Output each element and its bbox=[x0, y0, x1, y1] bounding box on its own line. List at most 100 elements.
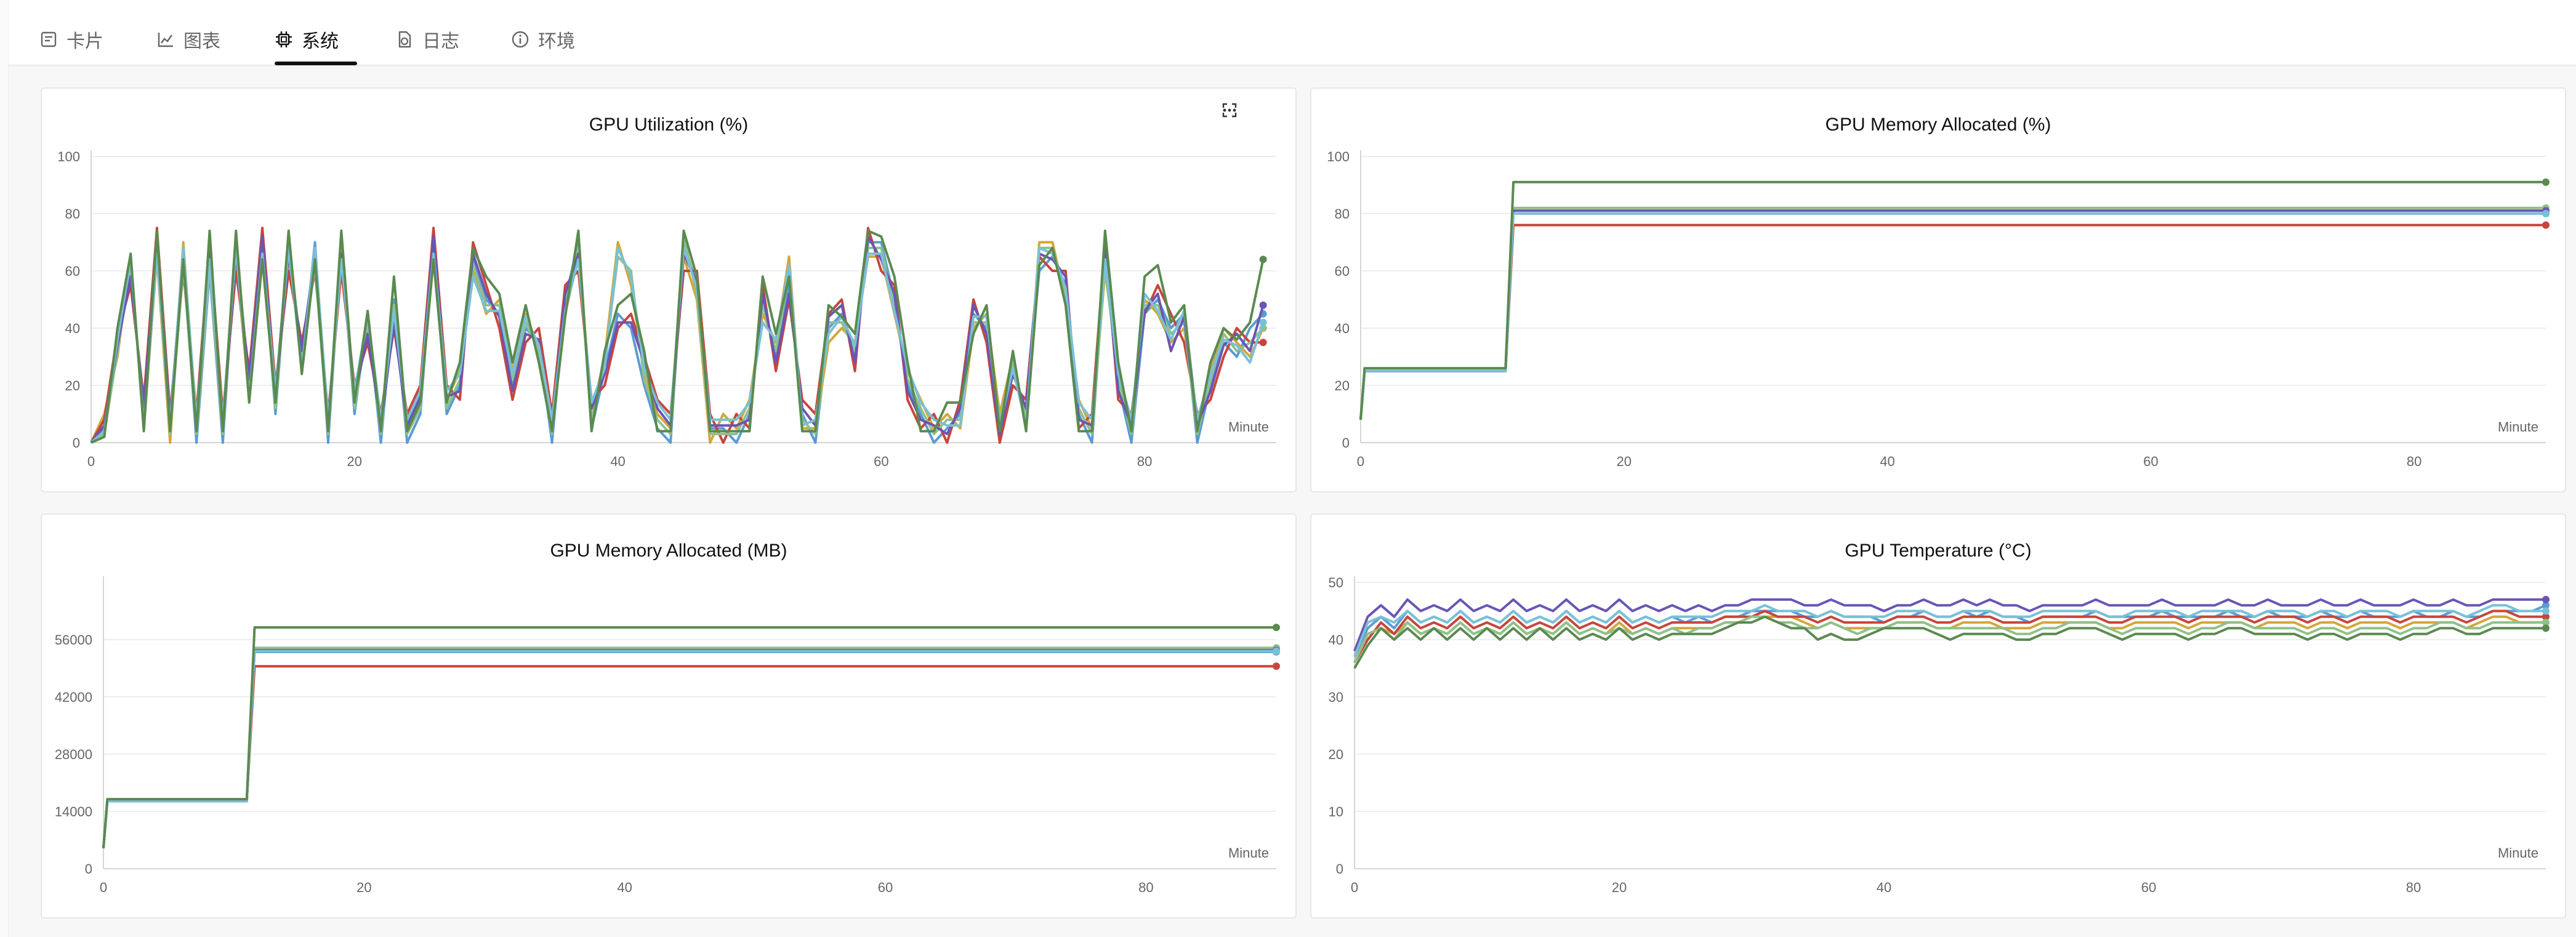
x-tick-label: 0 bbox=[87, 454, 95, 469]
y-tick-label: 40 bbox=[1335, 321, 1350, 336]
series-line-1 bbox=[102, 650, 1276, 848]
card-icon bbox=[41, 31, 57, 47]
y-tick-label: 40 bbox=[65, 321, 80, 336]
series-end-point-7 bbox=[1273, 624, 1280, 632]
x-tick-label: 60 bbox=[2143, 454, 2158, 469]
info-icon bbox=[512, 31, 529, 48]
y-tick-label: 0 bbox=[1342, 435, 1350, 451]
series-group bbox=[90, 227, 1267, 444]
gpu-utilization-chart: 0 20 40 60 80 100 0 20 40 60 80 Minute bbox=[57, 149, 1276, 469]
tab-system[interactable]: 系统 bbox=[275, 23, 339, 55]
gpu-memory-percent-chart: 0 20 40 60 80 100 0 20 40 60 80 Minute bbox=[1327, 149, 2550, 469]
series-end-point-5 bbox=[1259, 301, 1267, 309]
series-end-point-7 bbox=[1259, 255, 1267, 263]
series-line-2 bbox=[102, 648, 1276, 848]
tab-label: 图表 bbox=[183, 31, 220, 52]
series-end-point-6 bbox=[2542, 210, 2550, 217]
y-tick-label: 0 bbox=[1336, 861, 1343, 877]
series-end-point-5 bbox=[2542, 595, 2550, 603]
series-group bbox=[1353, 595, 2550, 669]
series-line-6 bbox=[1359, 212, 2546, 420]
gpu-temperature-chart: 0 10 20 30 40 50 0 20 40 60 80 Minute bbox=[1329, 575, 2550, 895]
series-line-3 bbox=[1359, 223, 2546, 420]
x-axis-label: Minute bbox=[2498, 845, 2538, 861]
y-tick-label: 50 bbox=[1329, 575, 1343, 590]
y-tick-label: 0 bbox=[85, 861, 92, 877]
log-file-icon bbox=[398, 31, 411, 48]
x-axis-label: Minute bbox=[2498, 419, 2538, 435]
series-line-7 bbox=[102, 626, 1276, 848]
x-tick-label: 20 bbox=[347, 454, 362, 469]
y-tick-label: 10 bbox=[1329, 804, 1343, 819]
chart-title: GPU Memory Allocated (MB) bbox=[550, 541, 787, 561]
series-end-point-3 bbox=[1273, 662, 1280, 670]
chart-panel-gpu-memory-mb: 0 14000 28000 42000 56000 0 20 40 60 80 Minute GPU… bbox=[41, 513, 1297, 919]
series-line-7 bbox=[91, 229, 1265, 444]
series-line-6 bbox=[102, 649, 1276, 848]
x-tick-label: 40 bbox=[1880, 454, 1894, 469]
y-tick-label: 100 bbox=[57, 149, 80, 164]
chart-panel-gpu-temperature: 0 10 20 30 40 50 0 20 40 60 80 Minute GPU Temperatu… bbox=[1310, 513, 2566, 919]
x-tick-label: 80 bbox=[2407, 454, 2421, 469]
gpu-memory-mb-chart: 0 14000 28000 42000 56000 0 20 40 60 80 Minute bbox=[55, 576, 1280, 895]
series-line-7 bbox=[1359, 180, 2546, 420]
series-group bbox=[1359, 178, 2550, 420]
x-tick-label: 60 bbox=[874, 454, 888, 469]
x-tick-label: 80 bbox=[1138, 880, 1153, 895]
series-end-point-3 bbox=[1259, 339, 1267, 347]
grid bbox=[1361, 156, 2546, 443]
x-tick-label: 40 bbox=[610, 454, 625, 469]
tab-label: 卡片 bbox=[66, 31, 103, 52]
tab-label: 系统 bbox=[302, 31, 339, 52]
series-line-3 bbox=[102, 665, 1276, 848]
x-tick-label: 0 bbox=[1357, 454, 1364, 469]
series-line-4 bbox=[102, 646, 1276, 848]
chart-title: GPU Memory Allocated (%) bbox=[1825, 115, 2051, 135]
grid bbox=[103, 639, 1276, 869]
series-end-point-6 bbox=[2542, 607, 2550, 615]
tab-cards[interactable]: 卡片 bbox=[39, 23, 103, 55]
x-tick-label: 20 bbox=[356, 880, 371, 895]
x-tick-label: 0 bbox=[100, 880, 107, 895]
x-axis-label: Minute bbox=[1228, 845, 1269, 861]
tab-bar: 卡片 图表 系统 日志 环境 bbox=[9, 0, 2576, 66]
tab-charts[interactable]: 图表 bbox=[156, 23, 220, 55]
x-tick-label: 20 bbox=[1612, 880, 1627, 895]
y-tick-label: 56000 bbox=[55, 632, 92, 648]
series-group bbox=[102, 624, 1280, 848]
x-tick-label: 60 bbox=[878, 880, 893, 895]
more-icon bbox=[1223, 108, 1236, 112]
y-tick-label: 80 bbox=[1335, 206, 1350, 222]
x-tick-label: 40 bbox=[617, 880, 632, 895]
more-button[interactable] bbox=[1223, 102, 1282, 123]
y-tick-label: 0 bbox=[73, 435, 80, 451]
chart-title: GPU Temperature (°C) bbox=[1845, 541, 2032, 561]
x-tick-label: 0 bbox=[1351, 880, 1358, 895]
y-tick-label: 42000 bbox=[55, 690, 92, 705]
chart-title: GPU Utilization (%) bbox=[589, 115, 749, 135]
line-chart-icon bbox=[158, 33, 173, 47]
y-tick-label: 80 bbox=[65, 206, 80, 222]
chip-icon bbox=[276, 31, 292, 47]
tab-environment[interactable]: 环境 bbox=[511, 23, 575, 55]
x-tick-label: 40 bbox=[1877, 880, 1891, 895]
y-tick-label: 20 bbox=[1335, 378, 1350, 393]
y-tick-label: 60 bbox=[65, 263, 80, 279]
y-tick-label: 14000 bbox=[55, 804, 92, 819]
series-line-1 bbox=[1359, 212, 2546, 420]
x-tick-label: 80 bbox=[1137, 454, 1152, 469]
series-end-point-7 bbox=[2542, 624, 2550, 632]
series-line-5 bbox=[102, 649, 1276, 848]
series-line-5 bbox=[1359, 209, 2546, 420]
y-tick-label: 30 bbox=[1329, 690, 1343, 705]
panel-toolbar bbox=[1222, 102, 1282, 123]
x-tick-label: 20 bbox=[1617, 454, 1632, 469]
system-charts-area: 0 20 40 60 80 100 0 20 40 60 80 Minute GPU Utilizat… bbox=[9, 66, 2576, 937]
chart-panel-gpu-memory-percent: 0 20 40 60 80 100 0 20 40 60 80 Minute GPU Memory A… bbox=[1310, 87, 2566, 493]
y-tick-label: 60 bbox=[1335, 263, 1350, 279]
series-line-4 bbox=[1359, 206, 2546, 420]
x-tick-label: 80 bbox=[2406, 880, 2421, 895]
left-border bbox=[0, 0, 9, 937]
tab-logs[interactable]: 日志 bbox=[395, 23, 459, 55]
y-tick-label: 40 bbox=[1329, 632, 1343, 648]
